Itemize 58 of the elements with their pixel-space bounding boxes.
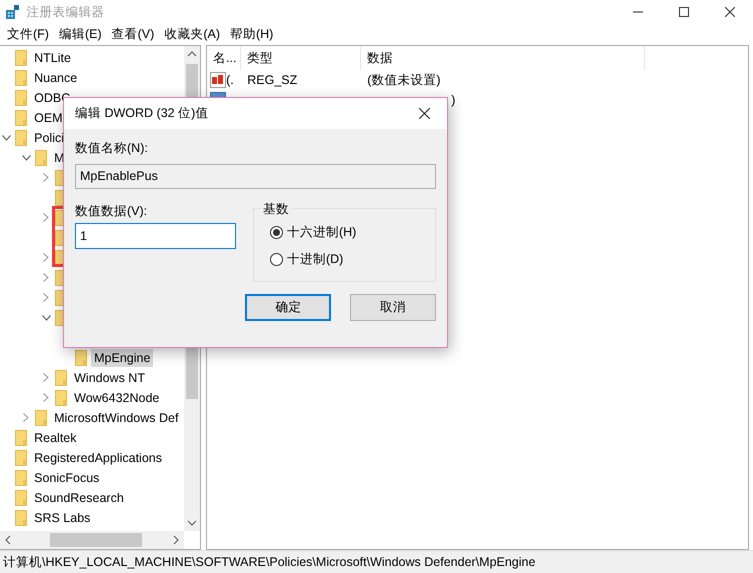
tree-item[interactable]: Windows NT bbox=[71, 368, 148, 388]
string-value-icon bbox=[210, 72, 226, 88]
folder-icon bbox=[15, 110, 28, 126]
table-cell: ) bbox=[451, 92, 456, 107]
folder-icon bbox=[55, 390, 68, 406]
maximize-icon bbox=[679, 7, 689, 17]
status-bar: 计算机\HKEY_LOCAL_MACHINE\SOFTWARE\Policies\Microsoft\Windows Defender\MpEngine bbox=[0, 550, 753, 573]
folder-icon bbox=[15, 90, 28, 106]
close-icon bbox=[418, 108, 430, 119]
column-header[interactable]: 数据 bbox=[361, 46, 645, 70]
window-title: 注册表编辑器 bbox=[26, 4, 104, 21]
radio-label[interactable]: 十六进制(H) bbox=[286, 222, 356, 242]
menu-item[interactable]: 帮助(H) bbox=[224, 25, 278, 44]
folder-icon bbox=[75, 350, 88, 366]
folder-icon bbox=[15, 470, 28, 486]
folder-icon bbox=[15, 130, 28, 146]
tree-item[interactable]: Nuance bbox=[31, 68, 80, 88]
ok-button[interactable]: 确定 bbox=[245, 294, 332, 321]
tree-item[interactable]: MicrosoftWindows Def bbox=[51, 408, 182, 428]
cancel-button[interactable]: 取消 bbox=[350, 294, 436, 321]
field-label: 数值名称(N): bbox=[75, 140, 149, 157]
tree-item[interactable]: NTLite bbox=[31, 48, 74, 68]
folder-icon bbox=[35, 410, 48, 426]
tree-item[interactable]: Realtek bbox=[31, 428, 80, 448]
tree-item[interactable]: SoundResearch bbox=[31, 488, 127, 508]
menu-item[interactable]: 查看(V) bbox=[106, 25, 160, 44]
radio-button[interactable] bbox=[270, 226, 283, 238]
folder-icon bbox=[15, 490, 28, 506]
table-cell-text: (. bbox=[226, 72, 234, 89]
menu-item[interactable]: 编辑(E) bbox=[54, 25, 107, 44]
tree-item[interactable]: RegisteredApplications bbox=[31, 448, 165, 468]
folder-icon bbox=[15, 450, 28, 466]
folder-icon bbox=[55, 370, 68, 386]
tree-item[interactable]: SonicFocus bbox=[31, 468, 102, 488]
folder-icon bbox=[15, 510, 28, 526]
folder-icon bbox=[15, 430, 28, 446]
menu-item[interactable]: 文件(F) bbox=[2, 25, 54, 44]
tree-item[interactable]: SRS Labs bbox=[31, 508, 94, 528]
folder-icon bbox=[15, 70, 28, 86]
column-header[interactable]: 类型 bbox=[241, 46, 361, 70]
folder-icon bbox=[15, 50, 28, 66]
table-cell: (数值未设置) bbox=[367, 72, 441, 87]
field-label: 数值数据(V): bbox=[75, 202, 148, 220]
column-header[interactable]: 名... bbox=[207, 46, 241, 70]
radio-label[interactable]: 十进制(D) bbox=[286, 250, 344, 268]
table-cell: REG_SZ bbox=[247, 72, 298, 87]
radio-button[interactable] bbox=[270, 252, 283, 266]
name-field[interactable]: MpEnablePus bbox=[75, 164, 436, 189]
tree-item[interactable]: Wow6432Node bbox=[71, 388, 162, 408]
tree-item[interactable]: OEM bbox=[31, 108, 66, 128]
value-field[interactable]: 1 bbox=[75, 223, 236, 250]
close-icon bbox=[725, 7, 735, 17]
tree-item[interactable]: MpEngine bbox=[91, 348, 154, 368]
folder-icon bbox=[35, 150, 48, 166]
menu-item[interactable]: 收藏夹(A) bbox=[159, 25, 225, 44]
dialog-title: 编辑 DWORD (32 位)值 bbox=[75, 105, 208, 122]
registry-icon bbox=[6, 5, 20, 19]
scrollbar[interactable] bbox=[0, 531, 184, 549]
